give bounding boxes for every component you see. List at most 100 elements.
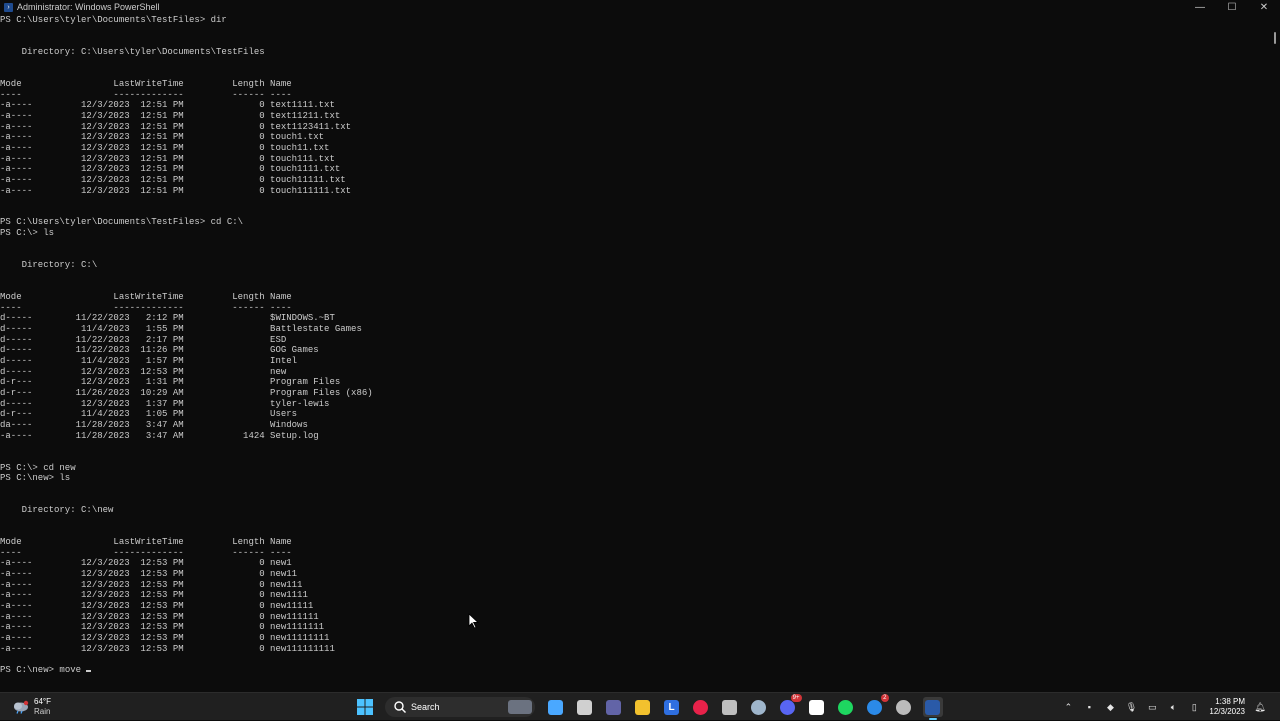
console-prompt-line[interactable]: PS C:\new> move — [0, 665, 1266, 676]
console-line: -a---- 12/3/2023 12:51 PM 0 text11211.tx… — [0, 110, 341, 121]
opera-gx-icon[interactable] — [691, 697, 711, 717]
chevron-up-icon[interactable]: ⌃ — [1062, 701, 1074, 713]
close-button[interactable]: ✕ — [1248, 0, 1280, 14]
powershell-icon[interactable] — [922, 697, 943, 720]
nvidia-icon[interactable]: ▪ — [1083, 701, 1095, 713]
search-highlight-icon — [508, 700, 532, 714]
steam-tray-icon[interactable]: ◆ — [1104, 701, 1116, 713]
console-line: Mode LastWriteTime Length Name — [0, 537, 292, 548]
notification-badge: 9+ — [790, 694, 802, 702]
console-line: -a---- 12/3/2023 12:51 PM 0 touch1111.tx… — [0, 164, 341, 175]
network-icon[interactable]: ▭ — [1146, 701, 1158, 713]
console-line: PS C:\> cd new — [0, 462, 76, 473]
console-line: d----- 11/4/2023 1:55 PM Battlestate Gam… — [0, 324, 362, 335]
windows-logo-icon — [356, 699, 373, 715]
volume-icon[interactable]: 🔈︎ — [1167, 701, 1179, 713]
window-title-bar[interactable]: › Administrator: Windows PowerShell — ☐ … — [0, 0, 1280, 14]
console-line: d-r--- 12/3/2023 1:31 PM Program Files — [0, 377, 341, 388]
copilot-icon[interactable] — [546, 697, 566, 717]
console-prompt: PS C:\new> — [0, 665, 60, 676]
window-title: Administrator: Windows PowerShell — [17, 2, 160, 12]
console-line: PS C:\new> ls — [0, 473, 71, 484]
battery-icon[interactable]: ▯ — [1188, 701, 1200, 713]
console-line: -a---- 12/3/2023 12:51 PM 0 touch1.txt — [0, 132, 325, 143]
text-cursor — [86, 670, 92, 673]
weather-condition: Rain — [34, 707, 51, 716]
console-line: d----- 12/3/2023 12:53 PM new — [0, 366, 287, 377]
console-line: ---- ------------- ------ ---- — [0, 302, 292, 313]
microphone-icon[interactable]: 🎙︎ — [1125, 701, 1137, 713]
start-button[interactable] — [355, 697, 375, 717]
steelseries-gear-icon[interactable] — [807, 697, 827, 717]
edge-icon-glyph — [867, 699, 882, 715]
console-line: -a---- 12/3/2023 12:53 PM 0 new1 — [0, 558, 292, 569]
console-line: d----- 12/3/2023 1:37 PM tyler-lewis — [0, 398, 330, 409]
opera-gx-icon-glyph — [693, 699, 708, 715]
console-line: d-r--- 11/4/2023 1:05 PM Users — [0, 409, 298, 420]
weather-widget[interactable]: 64°F Rain — [12, 693, 51, 721]
game-controller-icon-glyph — [722, 699, 737, 715]
console-line: -a---- 12/3/2023 12:51 PM 0 touch11.txt — [0, 142, 330, 153]
file-explorer-icon[interactable] — [633, 697, 653, 717]
discord-icon[interactable]: 9+ — [778, 694, 802, 717]
console-line: -a---- 12/3/2023 12:53 PM 0 new11111 — [0, 601, 314, 612]
spotify-icon[interactable] — [836, 697, 856, 717]
console-line: d----- 11/22/2023 11:26 PM GOG Games — [0, 345, 319, 356]
l-app-icon[interactable]: L — [662, 697, 682, 717]
l-app-icon-glyph: L — [664, 699, 679, 715]
console-line: -a---- 12/3/2023 12:53 PM 0 new111111111 — [0, 643, 335, 654]
maximize-button[interactable]: ☐ — [1216, 0, 1248, 14]
steelseries-gear-icon-glyph — [809, 699, 824, 715]
console-output[interactable]: PS C:\Users\tyler\Documents\TestFiles> d… — [0, 15, 1266, 692]
teams-chat-icon[interactable] — [604, 697, 624, 717]
search-label: Search — [411, 702, 440, 712]
powershell-icon: › — [4, 2, 13, 12]
chrome-icon-glyph — [896, 699, 911, 715]
console-scrollbar[interactable] — [1274, 32, 1276, 44]
task-view-icon[interactable] — [575, 697, 595, 717]
console-line: -a---- 12/3/2023 12:51 PM 0 touch111111.… — [0, 185, 352, 196]
notifications-bell-icon[interactable]: 🔔︎ — [1254, 701, 1266, 713]
console-line: d----- 11/22/2023 2:12 PM $WINDOWS.~BT — [0, 313, 335, 324]
clock-time: 1:38 PM — [1215, 697, 1245, 706]
console-line: -a---- 12/3/2023 12:53 PM 0 new111111 — [0, 611, 319, 622]
edge-icon[interactable]: 2 — [865, 694, 889, 717]
console-line: -a---- 12/3/2023 12:51 PM 0 touch111.txt — [0, 153, 335, 164]
game-controller-icon[interactable] — [720, 697, 740, 717]
console-line: ---- ------------- ------ ---- — [0, 89, 292, 100]
console-line: -a---- 12/3/2023 12:53 PM 0 new1111 — [0, 590, 308, 601]
console-line: Directory: C:\Users\tyler\Documents\Test… — [0, 46, 265, 57]
taskbar-clock[interactable]: 1:38 PM 12/3/2023 — [1209, 697, 1245, 717]
spotify-icon-glyph — [838, 699, 853, 715]
taskbar-search-box[interactable]: Search — [385, 697, 535, 717]
console-line: -a---- 12/3/2023 12:53 PM 0 new1111111 — [0, 622, 325, 633]
minimize-button[interactable]: — — [1184, 0, 1216, 14]
notification-badge: 2 — [881, 694, 889, 702]
console-input[interactable]: move — [59, 665, 86, 675]
console-line: ---- ------------- ------ ---- — [0, 547, 292, 558]
copilot-icon-glyph — [548, 699, 563, 715]
console-line: Directory: C:\ — [0, 260, 98, 271]
chrome-icon[interactable] — [894, 697, 914, 717]
taskbar-apps: Search L 9+ 2 — [350, 693, 947, 721]
console-line: -a---- 12/3/2023 12:51 PM 0 touch11111.t… — [0, 174, 346, 185]
console-line: -a---- 12/3/2023 12:53 PM 0 new11111111 — [0, 633, 330, 644]
taskbar: 64°F Rain Search L 9+ 2 ⌃ ▪ ◆ 🎙︎ ▭ 🔈︎ ▯ … — [0, 692, 1280, 720]
console-line: PS C:\Users\tyler\Documents\TestFiles> d… — [0, 15, 227, 25]
console-line: Directory: C:\new — [0, 505, 114, 516]
steam-icon[interactable] — [749, 697, 769, 717]
search-icon — [394, 701, 406, 713]
